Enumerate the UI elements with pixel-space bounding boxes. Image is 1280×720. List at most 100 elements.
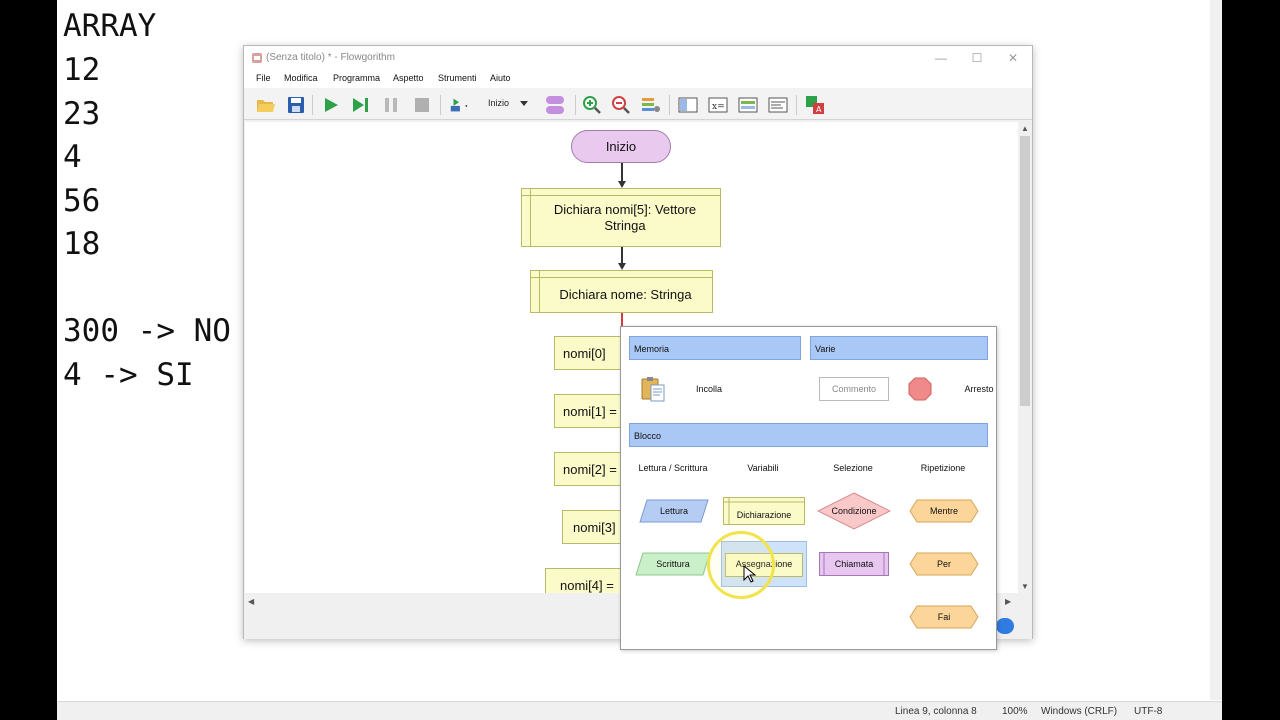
- do-option[interactable]: Fai: [909, 605, 979, 629]
- window-title: (Senza titolo) * - Flowgorithm: [266, 52, 395, 63]
- menu-file[interactable]: File: [253, 72, 274, 84]
- column-selection: Selezione: [833, 463, 873, 473]
- condition-option[interactable]: Condizione: [817, 492, 891, 530]
- comment-option[interactable]: Commento: [819, 377, 889, 401]
- variables-icon[interactable]: x=: [707, 94, 729, 116]
- run-icon[interactable]: [320, 94, 342, 116]
- call-option[interactable]: Chiamata: [819, 552, 889, 576]
- assignment-text: nomi[0]: [563, 345, 606, 361]
- stop-option[interactable]: Arresto: [907, 376, 994, 402]
- pause-icon[interactable]: [380, 94, 402, 116]
- encoding: UTF-8: [1134, 706, 1163, 717]
- assignment-text: nomi[4] =: [560, 577, 614, 593]
- scroll-left-icon[interactable]: ◀: [248, 597, 254, 606]
- blue-button[interactable]: [996, 618, 1014, 634]
- read-label: Lettura: [659, 506, 689, 516]
- notepad-statusbar: Linea 9, colonna 8 100% Windows (CRLF) U…: [57, 701, 1222, 720]
- scroll-up-icon[interactable]: ▲: [1021, 124, 1029, 133]
- start-node[interactable]: Inizio: [571, 130, 671, 163]
- assignment-text: nomi[2] =: [563, 461, 617, 477]
- title-bar[interactable]: (Senza titolo) * - Flowgorithm — ☐ ✕: [244, 46, 1032, 70]
- do-label: Fai: [937, 612, 951, 622]
- declaration-label: Dichiarazione: [736, 510, 792, 520]
- step-icon[interactable]: [350, 94, 372, 116]
- translate-icon[interactable]: A: [804, 94, 826, 116]
- zoom-in-icon[interactable]: [581, 94, 603, 116]
- for-option[interactable]: Per: [909, 552, 979, 576]
- chevron-down-icon[interactable]: [520, 101, 528, 106]
- declare-array-text: Dichiara nomi[5]: Vettore Stringa: [553, 201, 697, 233]
- maximize-button[interactable]: ☐: [960, 49, 994, 67]
- notepad-line: 18: [63, 226, 101, 262]
- declare-name-node[interactable]: Dichiara nome: Stringa: [530, 270, 713, 313]
- notepad-line: 23: [63, 96, 101, 132]
- level-label[interactable]: Inizio: [488, 98, 509, 108]
- menu-aiuto[interactable]: Aiuto: [487, 72, 514, 84]
- misc-header: Varie: [810, 336, 988, 360]
- menu-aspetto[interactable]: Aspetto: [390, 72, 427, 84]
- code-icon[interactable]: [767, 94, 789, 116]
- stop-octagon-icon: [908, 377, 932, 401]
- column-loop: Ripetizione: [920, 463, 966, 473]
- assignment-node[interactable]: nomi[2] =: [554, 452, 622, 486]
- svg-text:x=: x=: [712, 102, 725, 112]
- svg-text:A: A: [816, 105, 822, 114]
- paste-label: Incolla: [695, 384, 722, 394]
- declaration-option[interactable]: Dichiarazione: [723, 497, 805, 525]
- layout-icon[interactable]: [640, 94, 662, 116]
- assignment-node[interactable]: nomi[0]: [554, 336, 622, 370]
- for-label: Per: [936, 559, 951, 569]
- menu-bar: File Modifica Programma Aspetto Strument…: [244, 70, 1032, 88]
- read-option[interactable]: Lettura: [639, 499, 709, 523]
- write-label: Scrittura: [656, 559, 690, 569]
- while-label: Mentre: [929, 506, 958, 516]
- vertical-scrollbar[interactable]: ▲ ▼: [1018, 122, 1032, 595]
- paste-option[interactable]: Incolla: [639, 375, 729, 403]
- close-button[interactable]: ✕: [996, 49, 1030, 67]
- block-header: Blocco: [629, 423, 988, 447]
- menu-programma[interactable]: Programma: [330, 72, 383, 84]
- assignment-node[interactable]: nomi[4] =: [545, 568, 622, 593]
- speed-icon[interactable]: [448, 94, 470, 116]
- notepad-line: 56: [63, 183, 101, 219]
- stop-icon[interactable]: [411, 94, 433, 116]
- clipboard-icon: [641, 377, 665, 402]
- comment-label: Commento: [831, 384, 876, 394]
- assignment-text: nomi[1] =: [563, 403, 617, 419]
- notepad-line: 300 -> NO: [63, 313, 231, 349]
- menu-strumenti[interactable]: Strumenti: [435, 72, 480, 84]
- condition-label: Condizione: [831, 506, 877, 516]
- notepad-line: 4: [63, 139, 82, 175]
- menu-modifica[interactable]: Modifica: [281, 72, 321, 84]
- call-label: Chiamata: [834, 559, 874, 569]
- cursor-highlight: [707, 531, 775, 599]
- assignment-node[interactable]: nomi[3]: [562, 510, 622, 544]
- notepad-line: ARRAY: [63, 8, 157, 44]
- memory-header: Memoria: [629, 336, 801, 360]
- toolbar: Inizio x= A: [244, 88, 1032, 120]
- scroll-down-icon[interactable]: ▼: [1021, 582, 1029, 591]
- console-icon[interactable]: [737, 94, 759, 116]
- stop-label: Arresto: [964, 384, 994, 394]
- cursor-position: Linea 9, colonna 8: [895, 706, 977, 717]
- assignment-node[interactable]: nomi[1] =: [554, 394, 622, 428]
- scroll-right-icon[interactable]: ▶: [1005, 597, 1011, 606]
- shapes-icon[interactable]: [544, 94, 566, 116]
- open-folder-icon[interactable]: [255, 94, 277, 116]
- column-variables: Variabili: [747, 463, 779, 473]
- write-option[interactable]: Scrittura: [635, 552, 711, 576]
- zoom-level: 100%: [1002, 706, 1028, 717]
- assignment-text: nomi[3]: [573, 519, 616, 535]
- declare-array-node[interactable]: Dichiara nomi[5]: Vettore Stringa: [521, 188, 721, 247]
- save-icon[interactable]: [285, 94, 307, 116]
- insert-shape-popup: Memoria Varie Incolla Commento Arresto B…: [620, 326, 997, 650]
- declare-name-text: Dichiara nome: Stringa: [559, 286, 692, 302]
- notepad-line: 4 -> SI: [63, 357, 194, 393]
- while-option[interactable]: Mentre: [909, 499, 979, 523]
- line-ending: Windows (CRLF): [1041, 706, 1118, 717]
- zoom-out-icon[interactable]: [610, 94, 632, 116]
- minimize-button[interactable]: —: [924, 49, 958, 67]
- scrollbar-thumb[interactable]: [1020, 136, 1030, 406]
- panel-icon[interactable]: [677, 94, 699, 116]
- notepad-scrollbar[interactable]: [1210, 0, 1222, 700]
